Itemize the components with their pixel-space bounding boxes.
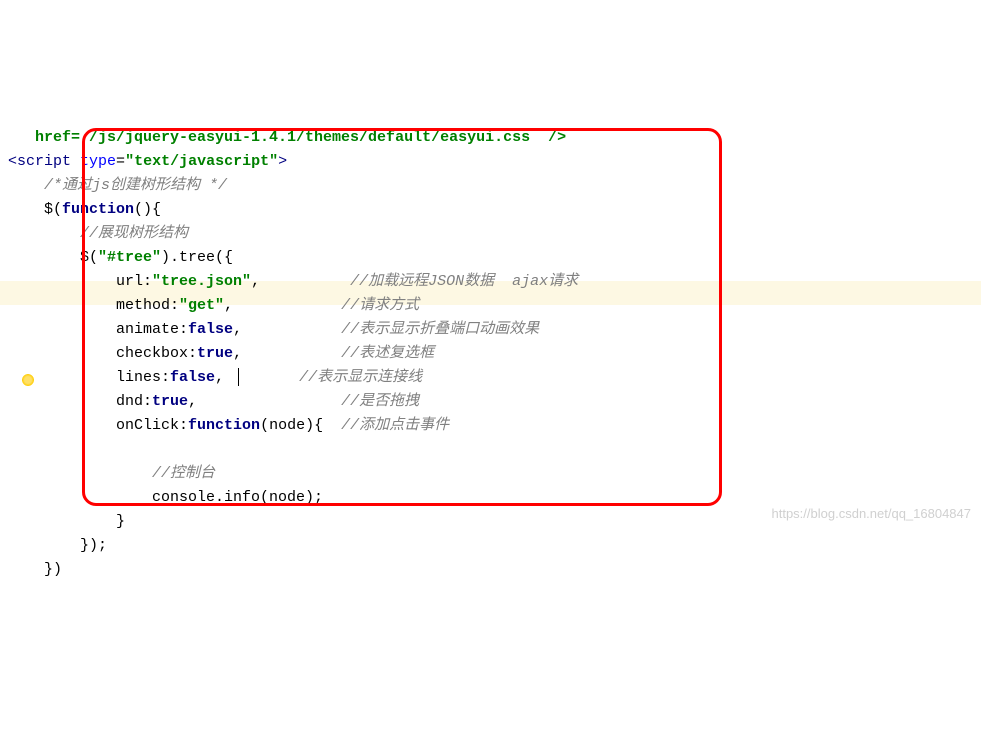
- prop-key: url:: [116, 273, 152, 290]
- keyword-function: function: [188, 417, 260, 434]
- comment: //添加点击事件: [341, 417, 449, 434]
- prop-value: "get": [179, 297, 224, 314]
- prop-key: lines:: [116, 369, 170, 386]
- prop-value: "tree.json": [152, 273, 251, 290]
- comment: /*通过js创建树形结构 */: [44, 177, 227, 194]
- keyword-function: function: [62, 201, 134, 218]
- prop-key: checkbox:: [116, 345, 197, 362]
- tag-open: <: [8, 153, 17, 170]
- code-line-partial: href= /js/jquery-easyui-1.4.1/themes/def…: [8, 129, 566, 146]
- comment: //加载远程JSON数据 ajax请求: [350, 273, 578, 290]
- comment: //展现树形结构: [80, 225, 188, 242]
- prop-value: true: [152, 393, 188, 410]
- comment: //表述复选框: [341, 345, 434, 362]
- prop-value: false: [170, 369, 215, 386]
- prop-key: animate:: [116, 321, 188, 338]
- prop-value: false: [188, 321, 233, 338]
- comment: //是否拖拽: [341, 393, 419, 410]
- lightbulb-icon[interactable]: [22, 374, 34, 386]
- comment: //请求方式: [341, 297, 419, 314]
- prop-key: method:: [116, 297, 179, 314]
- prop-key: onClick:: [116, 417, 188, 434]
- prop-value: true: [197, 345, 233, 362]
- prop-key: dnd:: [116, 393, 152, 410]
- comment: //控制台: [152, 465, 215, 482]
- attr-name: type: [80, 153, 116, 170]
- comment: //表示显示连接线: [299, 369, 422, 386]
- code-line: console.info(node);: [152, 489, 323, 506]
- attr-value: "text/javascript": [125, 153, 278, 170]
- watermark-text: https://blog.csdn.net/qq_16804847: [772, 506, 972, 521]
- text-cursor: [238, 368, 239, 386]
- tag-name: script: [17, 153, 80, 170]
- string-literal: "#tree": [98, 249, 161, 266]
- comment: //表示显示折叠端口动画效果: [341, 321, 539, 338]
